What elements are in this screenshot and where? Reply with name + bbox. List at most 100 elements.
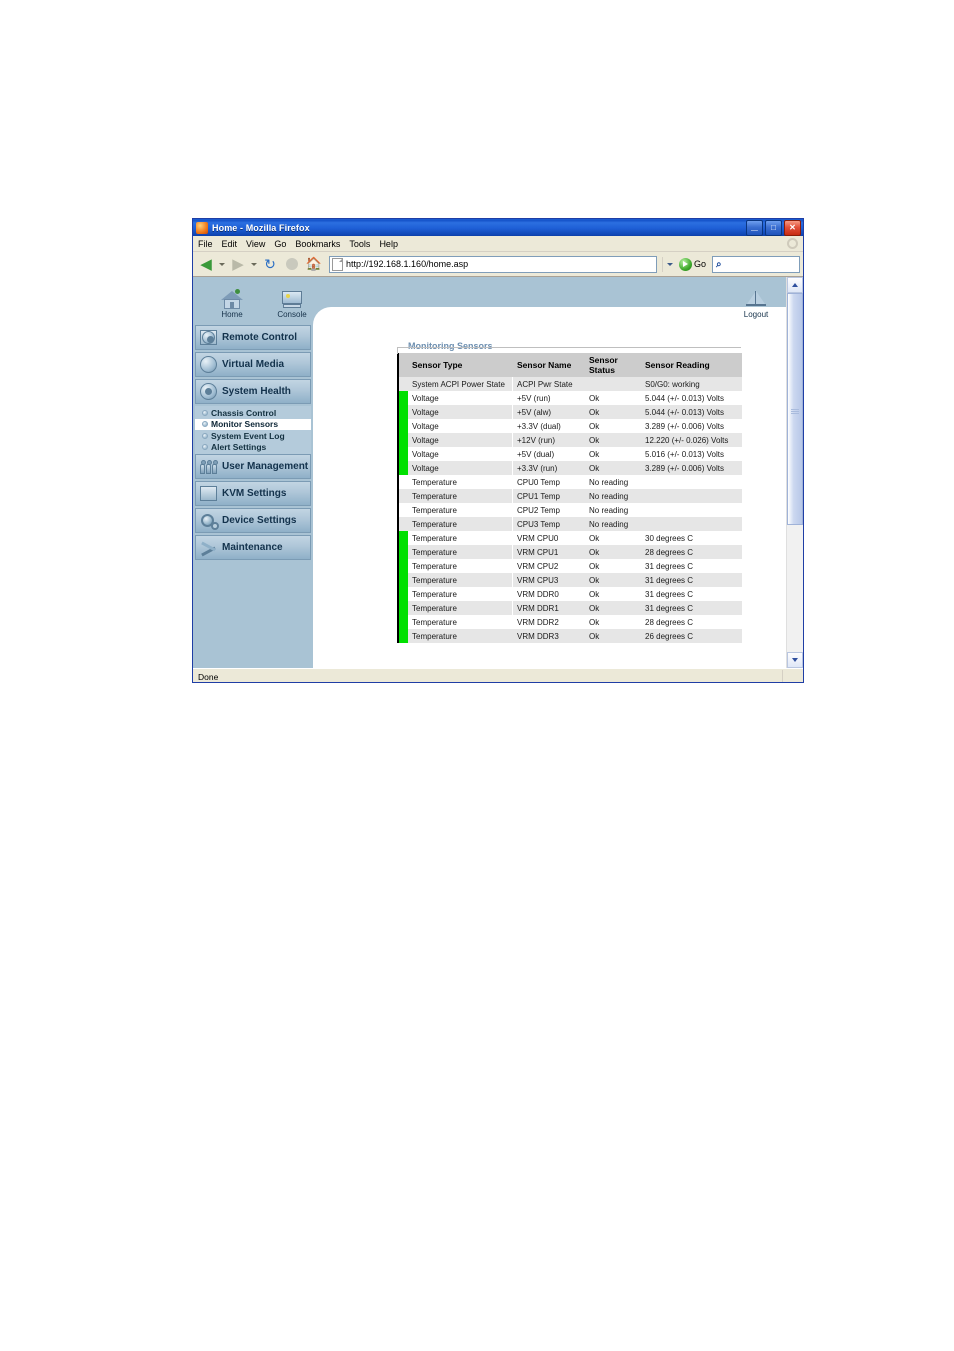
table-row: Voltage +5V (alw) Ok 5.044 (+/- 0.013) Volt… bbox=[398, 405, 742, 419]
go-arrow-icon bbox=[678, 257, 692, 271]
banner-curve bbox=[313, 307, 787, 325]
cell-sensor-type: Voltage bbox=[408, 461, 513, 475]
cell-sensor-name: VRM DDR2 bbox=[513, 615, 585, 629]
sidebar-item-remote-control[interactable]: Remote Control bbox=[195, 325, 311, 350]
logout-button[interactable]: Logout bbox=[729, 285, 783, 319]
table-row: Voltage +12V (run) Ok 12.220 (+/- 0.026) Vo… bbox=[398, 433, 742, 447]
scroll-down-button[interactable] bbox=[787, 652, 803, 668]
menu-go[interactable]: Go bbox=[274, 239, 286, 249]
status-indicator bbox=[398, 573, 408, 587]
status-bar-text: Done bbox=[193, 669, 783, 682]
cell-sensor-status: Ok bbox=[585, 559, 641, 573]
menu-bookmarks[interactable]: Bookmarks bbox=[295, 239, 340, 249]
table-row: Temperature VRM CPU1 Ok 28 degrees C bbox=[398, 545, 742, 559]
status-bar-resizer[interactable] bbox=[783, 670, 803, 683]
sidebar-item-alert-settings-label: Alert Settings bbox=[211, 442, 267, 453]
sidebar-item-maintenance[interactable]: Maintenance bbox=[195, 535, 311, 560]
back-history-caret-icon[interactable] bbox=[219, 262, 225, 266]
minimize-button[interactable]: _ bbox=[746, 219, 763, 236]
sidebar-item-system-health[interactable]: System Health bbox=[195, 379, 311, 404]
cell-sensor-type: Temperature bbox=[408, 629, 513, 643]
toolbar-item-console[interactable]: Console bbox=[265, 285, 319, 319]
sidebar-submenu-system-health: Chassis Control Monitor Sensors System E… bbox=[195, 406, 311, 454]
cell-sensor-status: Ok bbox=[585, 447, 641, 461]
status-indicator bbox=[398, 461, 408, 475]
firefox-icon bbox=[196, 221, 208, 234]
sidebar-item-alert-settings[interactable]: Alert Settings bbox=[195, 442, 311, 454]
address-bar[interactable]: http://192.168.1.160/home.asp bbox=[329, 255, 657, 273]
table-row: Temperature VRM DDR3 Ok 26 degrees C bbox=[398, 629, 742, 643]
sidebar-item-kvm-settings[interactable]: KVM Settings bbox=[195, 481, 311, 506]
sidebar-item-user-management[interactable]: User Management bbox=[195, 454, 311, 479]
cell-sensor-status: No reading bbox=[585, 475, 641, 489]
status-indicator bbox=[398, 489, 408, 503]
home-button[interactable]: 🏠 bbox=[304, 254, 324, 274]
cell-sensor-reading bbox=[641, 475, 742, 489]
sidebar-item-monitor-sensors[interactable]: Monitor Sensors bbox=[195, 418, 311, 430]
cell-sensor-status: No reading bbox=[585, 517, 641, 531]
menu-help[interactable]: Help bbox=[379, 239, 398, 249]
cell-sensor-type: Temperature bbox=[408, 559, 513, 573]
table-header-row: Sensor Type Sensor Name Sensor Status Se… bbox=[398, 353, 742, 377]
page-root: Home - Mozilla Firefox _ □ ✕ File Edit V… bbox=[0, 0, 954, 1351]
forward-history-caret-icon[interactable] bbox=[251, 262, 257, 266]
table-row: Temperature CPU1 Temp No reading bbox=[398, 489, 742, 503]
menu-edit[interactable]: Edit bbox=[222, 239, 238, 249]
column-header-sensor-name[interactable]: Sensor Name bbox=[513, 353, 585, 377]
sidebar-item-system-event-log[interactable]: System Event Log bbox=[195, 430, 311, 442]
go-button-label: Go bbox=[693, 259, 706, 269]
menu-bar: File Edit View Go Bookmarks Tools Help bbox=[193, 236, 803, 252]
cell-sensor-type: Voltage bbox=[408, 419, 513, 433]
cell-sensor-reading bbox=[641, 517, 742, 531]
chevron-down-icon bbox=[666, 262, 673, 266]
sidebar-item-maintenance-label: Maintenance bbox=[222, 542, 283, 553]
toolbar-item-home-label: Home bbox=[221, 310, 243, 319]
user-management-icon bbox=[199, 457, 219, 476]
menu-tools[interactable]: Tools bbox=[349, 239, 370, 249]
go-button[interactable]: Go bbox=[678, 257, 706, 271]
sidebar-item-chassis-control[interactable]: Chassis Control bbox=[195, 407, 311, 419]
chevron-up-icon bbox=[792, 283, 798, 287]
status-indicator bbox=[398, 503, 408, 517]
scrollbar-thumb[interactable] bbox=[787, 293, 803, 525]
cell-sensor-name: VRM CPU3 bbox=[513, 573, 585, 587]
sidebar-item-system-health-label: System Health bbox=[222, 386, 291, 397]
sensors-table: Sensor Type Sensor Name Sensor Status Se… bbox=[397, 353, 742, 643]
menu-file[interactable]: File bbox=[198, 239, 213, 249]
close-button[interactable]: ✕ bbox=[784, 220, 801, 236]
virtual-media-icon bbox=[199, 355, 219, 374]
address-history-dropdown[interactable] bbox=[661, 256, 677, 272]
forward-button[interactable]: ▶ bbox=[228, 254, 248, 274]
cell-sensor-name: +5V (run) bbox=[513, 391, 585, 405]
cell-sensor-type: Temperature bbox=[408, 531, 513, 545]
reload-button[interactable]: ↻ bbox=[260, 254, 280, 274]
scroll-up-button[interactable] bbox=[787, 277, 803, 293]
toolbar-item-home[interactable]: Home bbox=[205, 285, 259, 319]
table-row: Temperature CPU3 Temp No reading bbox=[398, 517, 742, 531]
back-button[interactable]: ◀ bbox=[196, 254, 216, 274]
cell-sensor-name: ACPI Pwr State bbox=[513, 377, 585, 391]
search-input[interactable]: ⌕ bbox=[712, 255, 800, 273]
window-controls: _ □ ✕ bbox=[746, 219, 801, 236]
cell-sensor-status: Ok bbox=[585, 433, 641, 447]
sidebar-item-remote-control-label: Remote Control bbox=[222, 332, 297, 343]
browser-window: Home - Mozilla Firefox _ □ ✕ File Edit V… bbox=[192, 218, 804, 683]
sidebar-item-device-settings[interactable]: Device Settings bbox=[195, 508, 311, 533]
column-header-sensor-type[interactable]: Sensor Type bbox=[408, 353, 513, 377]
menu-view[interactable]: View bbox=[246, 239, 265, 249]
window-title: Home - Mozilla Firefox bbox=[212, 222, 310, 233]
column-header-sensor-status[interactable]: Sensor Status bbox=[585, 353, 641, 377]
cell-sensor-reading: 31 degrees C bbox=[641, 559, 742, 573]
page-scrollbar-vertical[interactable] bbox=[786, 277, 803, 668]
status-indicator bbox=[398, 419, 408, 433]
maximize-button[interactable]: □ bbox=[765, 220, 782, 236]
sidebar-item-virtual-media[interactable]: Virtual Media bbox=[195, 352, 311, 377]
cell-sensor-name: VRM CPU1 bbox=[513, 545, 585, 559]
column-header-sensor-reading[interactable]: Sensor Reading bbox=[641, 353, 742, 377]
cell-sensor-name: +3.3V (dual) bbox=[513, 419, 585, 433]
bullet-icon bbox=[202, 444, 208, 451]
cell-sensor-type: Temperature bbox=[408, 545, 513, 559]
cell-sensor-name: +3.3V (run) bbox=[513, 461, 585, 475]
stop-button[interactable] bbox=[282, 254, 302, 274]
table-row: Temperature VRM CPU3 Ok 31 degrees C bbox=[398, 573, 742, 587]
